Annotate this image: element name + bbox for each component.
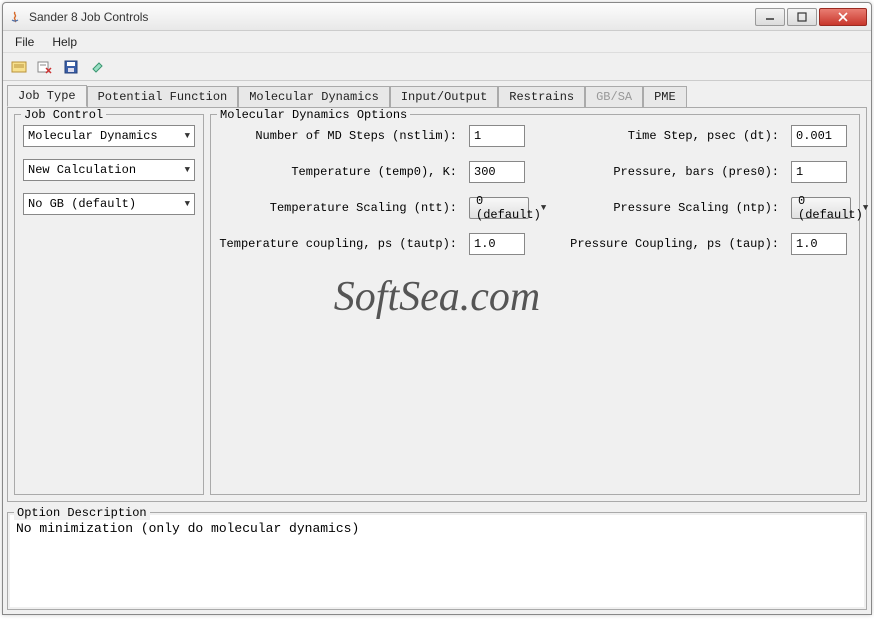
dt-input[interactable]: 0.001 <box>791 125 847 147</box>
titlebar: Sander 8 Job Controls <box>3 3 871 31</box>
ntt-select[interactable]: 0 (default) ▼ <box>469 197 529 219</box>
minimize-button[interactable] <box>755 8 785 26</box>
nstlim-input[interactable]: 1 <box>469 125 525 147</box>
job-type-value: Molecular Dynamics <box>28 129 158 143</box>
option-description-panel: Option Description No minimization (only… <box>7 512 867 610</box>
nstlim-label: Number of MD Steps (nstlim): <box>219 129 457 143</box>
toolbar-icon-1[interactable] <box>9 57 29 77</box>
temp0-label: Temperature (temp0), K: <box>219 165 457 179</box>
chevron-down-icon: ▼ <box>185 131 190 141</box>
mol-dyn-grid: Number of MD Steps (nstlim): 1 Time Step… <box>219 125 851 255</box>
chevron-down-icon: ▼ <box>185 199 190 209</box>
taup-label: Pressure Coupling, ps (taup): <box>541 237 779 251</box>
ntt-label: Temperature Scaling (ntt): <box>219 201 457 215</box>
menu-file[interactable]: File <box>7 33 42 51</box>
job-control-panel: Job Control Molecular Dynamics ▼ New Cal… <box>14 114 204 495</box>
taup-input[interactable]: 1.0 <box>791 233 847 255</box>
tabs-row: Job Type Potential Function Molecular Dy… <box>3 81 871 107</box>
ntp-select[interactable]: 0 (default) ▼ <box>791 197 851 219</box>
tautp-input[interactable]: 1.0 <box>469 233 525 255</box>
toolbar-icon-2[interactable] <box>35 57 55 77</box>
window-buttons <box>755 8 867 26</box>
tab-potential-function[interactable]: Potential Function <box>87 86 239 108</box>
chevron-down-icon: ▼ <box>863 203 868 213</box>
option-desc-text: No minimization (only do molecular dynam… <box>10 515 864 607</box>
job-type-select[interactable]: Molecular Dynamics ▼ <box>23 125 195 147</box>
save-icon[interactable] <box>61 57 81 77</box>
mol-dyn-legend: Molecular Dynamics Options <box>217 108 410 122</box>
pres0-input[interactable]: 1 <box>791 161 847 183</box>
calculation-select[interactable]: New Calculation ▼ <box>23 159 195 181</box>
gb-select[interactable]: No GB (default) ▼ <box>23 193 195 215</box>
pres0-label: Pressure, bars (pres0): <box>541 165 779 179</box>
menu-help[interactable]: Help <box>44 33 85 51</box>
tautp-label: Temperature coupling, ps (tautp): <box>219 237 457 251</box>
calculation-value: New Calculation <box>28 163 136 177</box>
tab-job-type[interactable]: Job Type <box>7 85 87 107</box>
close-button[interactable] <box>819 8 867 26</box>
tab-gbsa: GB/SA <box>585 86 643 108</box>
tab-input-output[interactable]: Input/Output <box>390 86 498 108</box>
tab-molecular-dynamics[interactable]: Molecular Dynamics <box>238 86 390 108</box>
eraser-icon[interactable] <box>87 57 107 77</box>
window-title: Sander 8 Job Controls <box>29 10 755 24</box>
temp0-input[interactable]: 300 <box>469 161 525 183</box>
job-control-legend: Job Control <box>21 108 106 122</box>
java-icon <box>7 9 23 25</box>
menubar: File Help <box>3 31 871 53</box>
tab-content: Job Control Molecular Dynamics ▼ New Cal… <box>7 107 867 502</box>
tab-restrains[interactable]: Restrains <box>498 86 585 108</box>
ntp-label: Pressure Scaling (ntp): <box>541 201 779 215</box>
option-desc-legend: Option Description <box>14 506 150 520</box>
main-window: Sander 8 Job Controls File Help <box>2 2 872 615</box>
dt-label: Time Step, psec (dt): <box>541 129 779 143</box>
gb-value: No GB (default) <box>28 197 136 211</box>
maximize-button[interactable] <box>787 8 817 26</box>
molecular-dynamics-options-panel: Molecular Dynamics Options Number of MD … <box>210 114 860 495</box>
toolbar <box>3 53 871 81</box>
tab-pme[interactable]: PME <box>643 86 687 108</box>
chevron-down-icon: ▼ <box>185 165 190 175</box>
